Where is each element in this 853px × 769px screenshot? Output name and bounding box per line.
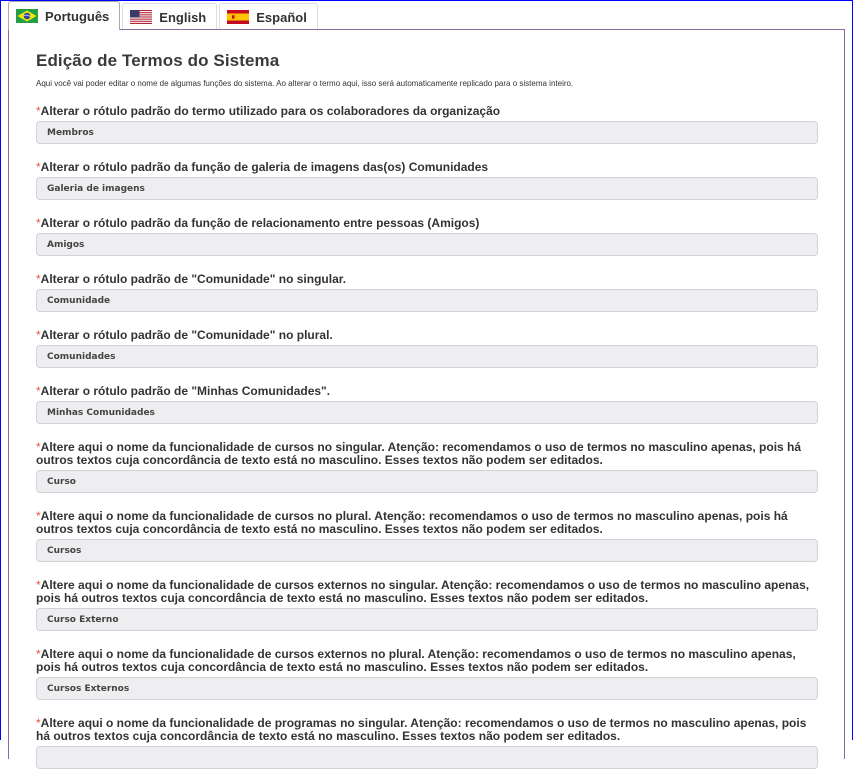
term-input[interactable] xyxy=(36,289,818,312)
term-field-label-text: Altere aqui o nome da funcionalidade de … xyxy=(36,509,788,536)
term-field: *Alterar o rótulo padrão da função de ga… xyxy=(36,161,818,200)
term-field: *Altere aqui o nome da funcionalidade de… xyxy=(36,441,818,493)
terms-form: *Alterar o rótulo padrão do termo utiliz… xyxy=(36,105,818,769)
term-field-label-text: Alterar o rótulo padrão de "Comunidade" … xyxy=(40,328,333,342)
term-input[interactable] xyxy=(36,233,818,256)
term-input[interactable] xyxy=(36,746,818,769)
usa-flag-icon xyxy=(130,10,153,24)
term-field-label: *Alterar o rótulo padrão da função de ga… xyxy=(36,161,818,174)
term-field-label: *Altere aqui o nome da funcionalidade de… xyxy=(36,579,818,605)
term-input[interactable] xyxy=(36,177,818,200)
term-field-label-text: Altere aqui o nome da funcionalidade de … xyxy=(36,647,796,674)
tab-portugues[interactable]: Português xyxy=(8,1,121,30)
term-field-label-text: Alterar o rótulo padrão de "Comunidade" … xyxy=(40,272,347,286)
term-field: *Alterar o rótulo padrão de "Comunidade"… xyxy=(36,329,818,368)
term-field-label-text: Alterar o rótulo padrão da função de gal… xyxy=(40,160,489,174)
spain-flag-icon xyxy=(227,10,250,24)
term-field-label-text: Alterar o rótulo padrão da função de rel… xyxy=(40,216,480,230)
brazil-flag-icon xyxy=(16,9,38,23)
term-input[interactable] xyxy=(36,470,818,493)
term-field-label-text: Altere aqui o nome da funcionalidade de … xyxy=(36,716,807,743)
term-field-label-text: Alterar o rótulo padrão do termo utiliza… xyxy=(40,104,501,118)
tab-label: Português xyxy=(45,8,110,24)
term-field-label: *Altere aqui o nome da funcionalidade de… xyxy=(36,717,818,743)
term-input[interactable] xyxy=(36,121,818,144)
term-field: *Altere aqui o nome da funcionalidade de… xyxy=(36,648,818,700)
term-field-label-text: Altere aqui o nome da funcionalidade de … xyxy=(36,440,802,467)
tab-label: Español xyxy=(256,9,307,25)
term-field-label: *Alterar o rótulo padrão da função de re… xyxy=(36,217,818,230)
language-tabs: Português English Español xyxy=(8,1,320,30)
tab-label: English xyxy=(159,9,207,25)
term-field: *Alterar o rótulo padrão da função de re… xyxy=(36,217,818,256)
term-field: *Altere aqui o nome da funcionalidade de… xyxy=(36,717,818,769)
term-field-label-text: Alterar o rótulo padrão de "Minhas Comun… xyxy=(40,384,331,398)
terms-panel: Edição de Termos do Sistema Aqui você va… xyxy=(8,29,845,769)
term-input[interactable] xyxy=(36,539,818,562)
term-input[interactable] xyxy=(36,401,818,424)
term-field-label: *Altere aqui o nome da funcionalidade de… xyxy=(36,648,818,674)
term-field-label: *Alterar o rótulo padrão de "Comunidade"… xyxy=(36,273,818,286)
window-frame-left xyxy=(0,0,1,740)
term-field-label: *Alterar o rótulo padrão do termo utiliz… xyxy=(36,105,818,118)
term-input[interactable] xyxy=(36,677,818,700)
term-field: *Alterar o rótulo padrão de "Comunidade"… xyxy=(36,273,818,312)
tab-espanol[interactable]: Español xyxy=(219,3,318,30)
term-field: *Altere aqui o nome da funcionalidade de… xyxy=(36,579,818,631)
page-intro: Aqui você vai poder editar o nome de alg… xyxy=(36,79,574,88)
page-title: Edição de Termos do Sistema xyxy=(36,51,280,70)
tab-english[interactable]: English xyxy=(122,3,218,30)
term-field-label: *Alterar o rótulo padrão de "Comunidade"… xyxy=(36,329,818,342)
term-field-label-text: Altere aqui o nome da funcionalidade de … xyxy=(36,578,810,605)
term-field-label: *Altere aqui o nome da funcionalidade de… xyxy=(36,441,818,467)
term-field: *Alterar o rótulo padrão do termo utiliz… xyxy=(36,105,818,144)
term-field: *Alterar o rótulo padrão de "Minhas Comu… xyxy=(36,385,818,424)
term-field: *Altere aqui o nome da funcionalidade de… xyxy=(36,510,818,562)
term-field-label: *Alterar o rótulo padrão de "Minhas Comu… xyxy=(36,385,818,398)
term-field-label: *Altere aqui o nome da funcionalidade de… xyxy=(36,510,818,536)
term-input[interactable] xyxy=(36,608,818,631)
term-input[interactable] xyxy=(36,345,818,368)
